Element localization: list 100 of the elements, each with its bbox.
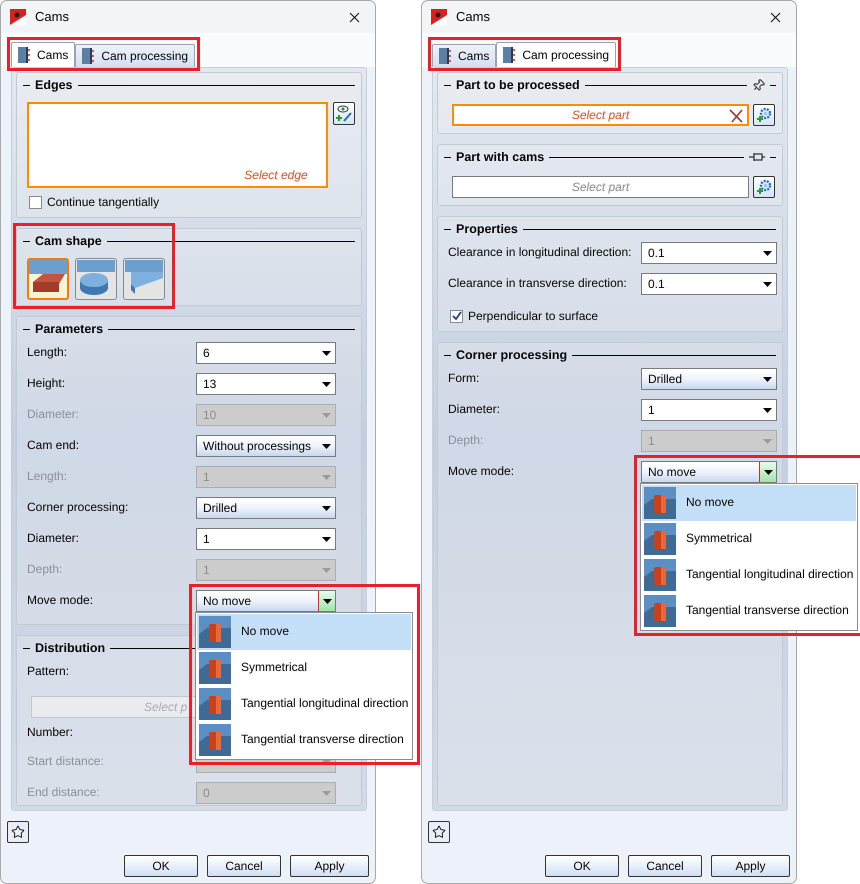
caret-down-icon <box>322 412 331 418</box>
dialog-button[interactable]: OK <box>124 855 198 877</box>
combo-box[interactable]: 0.1 <box>641 273 777 295</box>
caret-down-icon <box>322 474 331 480</box>
pick-button[interactable] <box>332 102 355 125</box>
check-icon <box>452 311 462 321</box>
cylinder-icon <box>199 616 231 648</box>
section-title: Part with cams <box>456 148 544 166</box>
field-label: Clearance in transverse direction: <box>448 275 628 292</box>
app-logo-icon <box>10 9 26 25</box>
shape-option-button[interactable] <box>75 258 117 300</box>
cylinder-icon <box>644 487 676 519</box>
pick-button[interactable] <box>753 104 775 126</box>
disc-shape-icon <box>77 260 115 298</box>
combo-box[interactable]: 13 <box>196 373 336 395</box>
cylinder-icon <box>199 688 231 720</box>
field-label: Height: <box>27 375 66 392</box>
field-label: Pattern: <box>27 664 70 678</box>
shape-option-button[interactable] <box>27 258 69 300</box>
dialog-button[interactable]: Cancel <box>207 855 281 877</box>
gear-plus-icon <box>756 179 772 195</box>
section-title: Distribution <box>35 640 106 657</box>
section-title: Edges <box>35 76 73 94</box>
tab[interactable]: Cam processing <box>496 42 616 67</box>
pick-button[interactable] <box>753 176 775 198</box>
field-label: Diameter: <box>448 401 502 418</box>
combo-box[interactable]: 6 <box>196 342 336 364</box>
checkbox[interactable]: Perpendicular to surface <box>448 304 598 328</box>
field-label: Depth: <box>448 432 484 449</box>
dropdown[interactable]: No move <box>641 461 777 483</box>
star-icon <box>11 825 25 839</box>
clear-icon[interactable] <box>729 109 743 123</box>
favorite-button[interactable] <box>428 821 450 843</box>
field-label: End distance: <box>27 784 101 801</box>
caret-down-icon <box>322 536 331 542</box>
field-label: Cam end: <box>27 437 80 454</box>
field-label: Depth: <box>27 561 64 578</box>
dropdown[interactable]: Without processings <box>196 435 336 457</box>
cylinder-icon <box>199 652 231 684</box>
dropdown[interactable]: Drilled <box>196 497 336 519</box>
panel-icon <box>503 47 516 63</box>
dropdown-option[interactable]: No move <box>642 485 856 521</box>
caret-down-icon <box>322 350 331 356</box>
dialog-button[interactable]: OK <box>545 855 619 877</box>
app-logo-icon <box>431 9 447 25</box>
eye-pencil-icon <box>335 105 352 122</box>
caret-down-icon <box>322 506 331 510</box>
dialog-button[interactable]: Apply <box>290 855 369 877</box>
cylinder-icon <box>644 559 676 591</box>
field-label: Diameter: <box>27 406 80 423</box>
caret-down-icon <box>322 598 332 604</box>
field-label: Form: <box>448 370 480 387</box>
window-title: Cams <box>456 8 491 26</box>
shape-option-button[interactable] <box>123 258 165 300</box>
caret-down-icon <box>763 376 772 382</box>
dropdown-option[interactable]: Tangential longitudinal direction <box>197 686 411 722</box>
caret-down-icon <box>763 282 772 286</box>
cylinder-icon <box>644 595 676 627</box>
caret-down-icon <box>763 250 772 256</box>
caret-down-icon <box>322 568 331 572</box>
dialog-button[interactable]: Apply <box>711 855 790 877</box>
dropdown-option[interactable]: No move <box>197 614 411 650</box>
star-icon <box>432 825 446 839</box>
dropdown-option[interactable]: Tangential longitudinal direction <box>642 557 856 593</box>
tab[interactable]: Cams <box>11 42 76 67</box>
panel-icon <box>18 47 31 63</box>
field-label: Start distance: <box>27 753 105 770</box>
part-field[interactable]: Select part <box>452 104 749 126</box>
favorite-button[interactable] <box>7 821 29 843</box>
caret-down-icon <box>763 438 772 444</box>
field-label: Corner processing: <box>27 499 130 516</box>
dropdown[interactable]: No move <box>196 590 336 612</box>
section-title: Corner processing <box>456 346 568 364</box>
caret-down-icon <box>764 470 772 474</box>
caret-down-icon <box>322 382 331 386</box>
section-title: Part to be processed <box>456 76 580 94</box>
tab[interactable]: Cam processing <box>75 44 196 67</box>
caret-down-icon <box>322 790 331 796</box>
panel-icon <box>82 48 96 64</box>
caret-down-icon <box>322 444 331 448</box>
field-label: Move mode: <box>27 592 94 609</box>
edge-list-field[interactable]: Select edge <box>27 102 328 188</box>
field-label: Move mode: <box>448 463 516 480</box>
panel-icon <box>439 48 452 64</box>
pin-icon[interactable] <box>749 152 765 162</box>
combo-box[interactable]: 1 <box>641 399 777 421</box>
field-label: Diameter: <box>27 530 80 547</box>
section-title: Properties <box>456 220 518 238</box>
dialog-button[interactable]: Cancel <box>628 855 702 877</box>
checkbox[interactable]: Continue tangentially <box>27 190 160 214</box>
dropdown[interactable]: Drilled <box>641 368 777 390</box>
tab[interactable]: Cams <box>432 44 496 67</box>
field-label: Length: <box>27 344 68 361</box>
field-label: Length: <box>27 468 68 485</box>
caret-down-icon <box>763 408 772 412</box>
section-title: Cam shape <box>35 232 102 250</box>
combo-box[interactable]: 1 <box>196 528 336 550</box>
cylinder-icon <box>644 523 676 555</box>
field-label: Clearance in longitudinal direction: <box>448 244 632 261</box>
combo-box[interactable]: 0.1 <box>641 242 777 264</box>
